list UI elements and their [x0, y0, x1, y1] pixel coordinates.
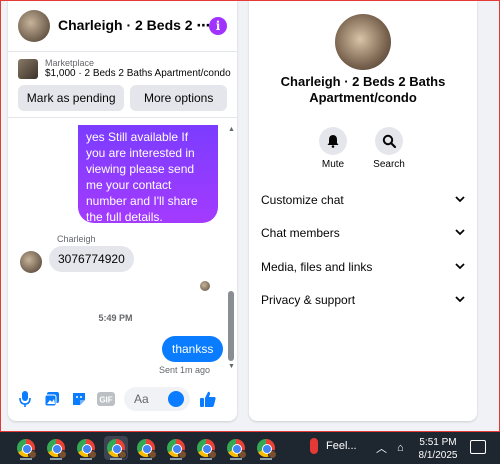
- clock-date: 8/1/2025: [418, 450, 458, 461]
- search-action[interactable]: Search: [369, 127, 409, 170]
- chrome-icon: [47, 439, 67, 459]
- clock[interactable]: 5:51 PM 8/1/2025: [418, 436, 458, 462]
- taskbar-chrome-app[interactable]: [134, 436, 158, 460]
- sticker-icon[interactable]: [70, 390, 88, 408]
- menu-chat-members[interactable]: Chat members: [261, 223, 465, 243]
- menu-label: Chat members: [261, 226, 340, 240]
- sender-avatar[interactable]: [20, 251, 42, 273]
- chat-title[interactable]: Charleigh · 2 Beds 2 ⋯: [58, 17, 209, 34]
- menu-media-files-links[interactable]: Media, files and links: [261, 257, 465, 277]
- chevron-up-icon[interactable]: ︿: [376, 440, 387, 456]
- thermometer-icon: [310, 438, 318, 454]
- listing-title: $1,000 · 2 Beds 2 Baths Apartment/condo: [45, 68, 231, 79]
- chrome-icon: [167, 439, 187, 459]
- listing-thumbnail: [18, 58, 38, 79]
- mute-action[interactable]: Mute: [313, 127, 353, 170]
- menu-customize-chat[interactable]: Customize chat: [261, 190, 465, 210]
- composer: GIF Aa: [8, 383, 237, 415]
- clock-time: 5:51 PM: [419, 437, 457, 448]
- time-separator: 5:49 PM: [98, 313, 133, 323]
- taskbar: Feel... ︿ ⌂ 5:51 PM 8/1/2025: [0, 432, 500, 464]
- outgoing-message[interactable]: yes Still available If you are intereste…: [78, 125, 218, 224]
- chevron-down-icon: [455, 195, 465, 206]
- chrome-icon: [17, 439, 37, 459]
- message-input-placeholder: Aa: [134, 392, 149, 406]
- scrollbar-thumb[interactable]: [228, 291, 234, 361]
- chevron-down-icon: [455, 262, 465, 273]
- weather-widget[interactable]: Feel...: [310, 438, 357, 454]
- taskbar-chrome-app-active[interactable]: [104, 436, 128, 460]
- weather-text: Feel...: [326, 440, 357, 452]
- conversation-info-panel: Charleigh · 2 Beds 2 Baths Apartment/con…: [249, 0, 477, 421]
- profile-avatar[interactable]: [335, 14, 391, 70]
- conversation-title: Charleigh · 2 Beds 2 Baths Apartment/con…: [280, 74, 446, 105]
- taskbar-chrome-app[interactable]: [14, 436, 38, 460]
- emoji-icon[interactable]: [168, 391, 184, 407]
- bell-icon[interactable]: [319, 127, 347, 155]
- incoming-message[interactable]: 3076774920: [49, 246, 134, 272]
- message-list: yes Still available If you are intereste…: [8, 125, 237, 381]
- taskbar-chrome-app[interactable]: [254, 436, 278, 460]
- menu-label: Privacy & support: [261, 293, 356, 307]
- microphone-icon[interactable]: [16, 390, 34, 408]
- menu-privacy-support[interactable]: Privacy & support: [261, 290, 465, 310]
- chrome-icon: [77, 439, 97, 459]
- search-icon[interactable]: [375, 127, 403, 155]
- svg-text:GIF: GIF: [99, 396, 112, 405]
- menu-label: Media, files and links: [261, 260, 373, 274]
- seen-indicator-avatar: [200, 281, 210, 291]
- chrome-icon: [107, 439, 127, 459]
- scrollbar[interactable]: ▲ ▼: [227, 126, 235, 372]
- taskbar-chrome-app[interactable]: [44, 436, 68, 460]
- chrome-icon: [257, 439, 277, 459]
- chevron-down-icon: [455, 228, 465, 239]
- avatar[interactable]: [18, 9, 50, 42]
- menu-label: Customize chat: [261, 193, 344, 207]
- message-input[interactable]: Aa: [124, 387, 190, 411]
- gif-icon[interactable]: GIF: [97, 390, 115, 408]
- system-tray: ︿ ⌂: [376, 440, 404, 456]
- sender-name: Charleigh: [57, 234, 96, 244]
- scroll-down-arrow-icon[interactable]: ▼: [228, 363, 235, 370]
- search-label: Search: [373, 159, 405, 170]
- chrome-icon: [137, 439, 157, 459]
- chevron-down-icon: [455, 295, 465, 306]
- taskbar-chrome-app[interactable]: [74, 436, 98, 460]
- marketplace-bar[interactable]: Marketplace $1,000 · 2 Beds 2 Baths Apar…: [8, 52, 237, 79]
- chrome-icon: [197, 439, 217, 459]
- outgoing-message-reply[interactable]: thankss: [162, 336, 224, 362]
- divider: [8, 117, 237, 118]
- mute-label: Mute: [321, 159, 345, 170]
- more-options-button[interactable]: More options: [130, 85, 227, 111]
- taskbar-chrome-app[interactable]: [164, 436, 188, 460]
- notification-icon[interactable]: [470, 440, 486, 454]
- chrome-icon: [227, 439, 247, 459]
- marketplace-label: Marketplace: [45, 58, 95, 68]
- taskbar-chrome-app[interactable]: [224, 436, 248, 460]
- photo-icon[interactable]: [43, 390, 61, 408]
- mark-as-pending-button[interactable]: Mark as pending: [18, 85, 125, 111]
- chat-header: Charleigh · 2 Beds 2 ⋯ i: [8, 0, 237, 52]
- network-icon[interactable]: ⌂: [397, 442, 404, 454]
- info-icon[interactable]: i: [209, 16, 227, 35]
- sent-status: Sent 1m ago: [159, 365, 211, 375]
- chat-panel: Charleigh · 2 Beds 2 ⋯ i Marketplace $1,…: [8, 0, 237, 421]
- scroll-up-arrow-icon[interactable]: ▲: [228, 126, 235, 133]
- taskbar-chrome-app[interactable]: [194, 436, 218, 460]
- thumbs-up-icon[interactable]: [199, 390, 217, 408]
